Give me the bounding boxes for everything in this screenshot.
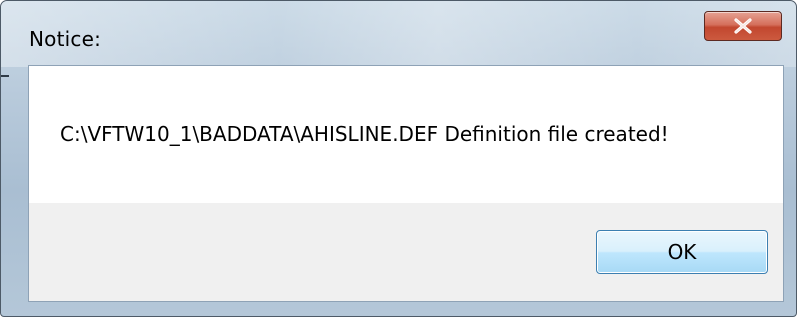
close-button[interactable] (704, 11, 782, 41)
dialog-title: Notice: (29, 27, 102, 51)
ok-button[interactable]: OK (596, 230, 768, 274)
message-area: C:\VFTW10_1\BADDATA\AHISLINE.DEF Definit… (29, 66, 783, 203)
dialog-client-area: C:\VFTW10_1\BADDATA\AHISLINE.DEF Definit… (28, 65, 784, 302)
window-edge-artifact (1, 75, 9, 77)
close-x-icon (734, 18, 752, 34)
notice-dialog: Notice: C:\VFTW10_1\BADDATA\AHISLINE.DEF… (0, 0, 797, 317)
message-text: C:\VFTW10_1\BADDATA\AHISLINE.DEF Definit… (60, 122, 669, 146)
